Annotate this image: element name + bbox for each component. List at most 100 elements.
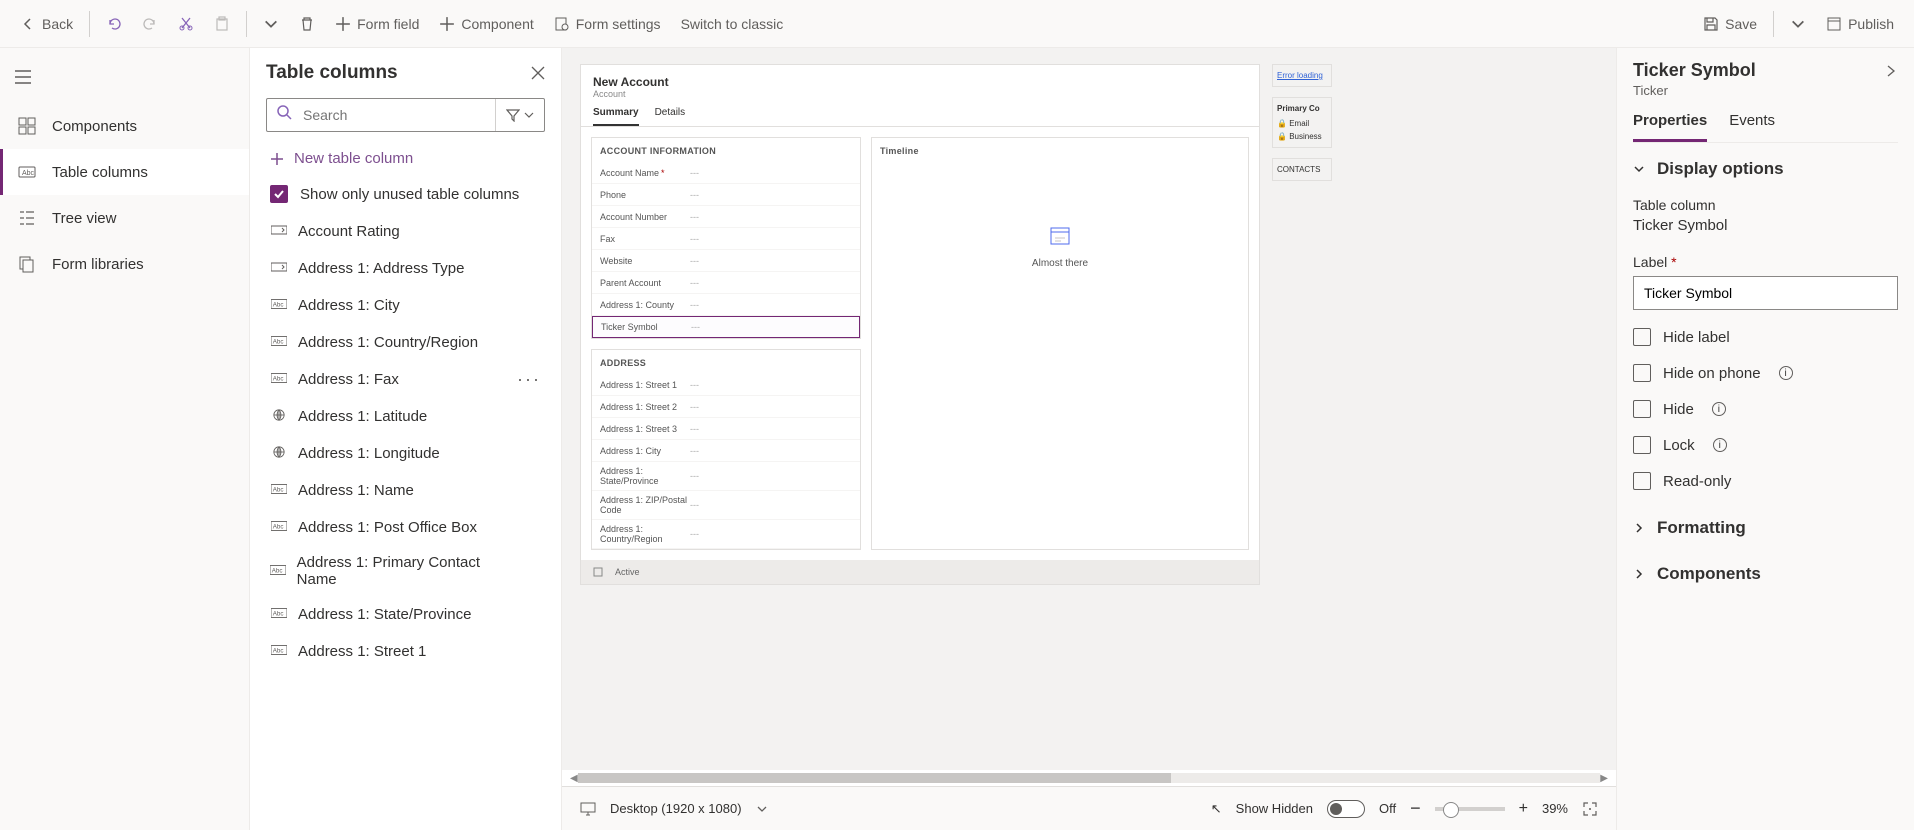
nav-components[interactable]: Components — [0, 103, 249, 149]
form-field[interactable]: Address 1: Street 3 --- — [592, 418, 860, 440]
lock-checkbox[interactable]: Lock i — [1633, 436, 1898, 454]
fit-icon[interactable] — [1582, 801, 1598, 817]
section-components[interactable]: Components — [1633, 548, 1898, 594]
component-button[interactable]: Component — [431, 10, 541, 38]
form-field[interactable]: Ticker Symbol --- — [592, 316, 860, 338]
form-field[interactable]: Parent Account --- — [592, 272, 860, 294]
viewport-label[interactable]: Desktop (1920 x 1080) — [610, 801, 742, 816]
save-button[interactable]: Save — [1695, 10, 1765, 38]
label-input[interactable] — [1633, 276, 1898, 310]
search-box[interactable] — [266, 98, 545, 132]
column-item[interactable]: Abc Address 1: Country/Region ··· — [250, 324, 561, 361]
zoom-out-button[interactable]: − — [1410, 798, 1421, 819]
new-table-column-button[interactable]: New table column — [250, 142, 561, 175]
filter-button[interactable] — [495, 99, 544, 131]
form-field[interactable]: Address 1: County --- — [592, 294, 860, 316]
back-button[interactable]: Back — [12, 10, 81, 38]
canvas-h-scrollbar[interactable]: ◀ ▶ — [562, 770, 1616, 786]
tab-properties[interactable]: Properties — [1633, 112, 1707, 142]
nav-tree-view[interactable]: Tree view — [0, 195, 249, 241]
info-icon[interactable]: i — [1713, 438, 1727, 452]
field-value: --- — [690, 402, 699, 412]
show-hidden-toggle[interactable] — [1327, 800, 1365, 818]
svg-text:Abc: Abc — [273, 611, 284, 618]
mini-card-error[interactable]: Error loading — [1272, 64, 1332, 87]
hide-phone-checkbox[interactable]: Hide on phone i — [1633, 364, 1898, 382]
field-value: --- — [690, 190, 699, 200]
hide-label-checkbox[interactable]: Hide label — [1633, 328, 1898, 346]
form-field[interactable]: Website --- — [592, 250, 860, 272]
search-input[interactable] — [303, 107, 495, 123]
section-display-options[interactable]: Display options — [1633, 143, 1898, 189]
form-field[interactable]: Account Number --- — [592, 206, 860, 228]
properties-title: Ticker Symbol — [1633, 60, 1884, 81]
nav-table-columns[interactable]: Abc Table columns — [0, 149, 249, 195]
form-field[interactable]: Account Name* --- — [592, 162, 860, 184]
section-timeline[interactable]: Timeline Almost there — [871, 137, 1249, 550]
hamburger-button[interactable] — [0, 66, 249, 103]
zoom-slider[interactable] — [1435, 807, 1505, 811]
column-item[interactable]: Address 1: Address Type ··· — [250, 250, 561, 287]
readonly-checkbox[interactable]: Read-only — [1633, 472, 1898, 490]
form-field[interactable]: Fax --- — [592, 228, 860, 250]
form-field[interactable]: Phone --- — [592, 184, 860, 206]
mini-card-primary[interactable]: Primary Co 🔒 Email 🔒 Business — [1272, 97, 1332, 148]
column-item[interactable]: Abc Address 1: Street 1 ··· — [250, 633, 561, 670]
column-item[interactable]: Abc Address 1: Name ··· — [250, 472, 561, 509]
table-columns-panel: Table columns New table column Show only… — [250, 48, 562, 830]
nav-tree-view-label: Tree view — [52, 210, 116, 227]
undo-button[interactable] — [98, 10, 130, 38]
error-loading-link[interactable]: Error loading — [1277, 71, 1323, 80]
label-label: Label — [1633, 254, 1667, 270]
cut-button[interactable] — [170, 10, 202, 38]
form-field[interactable]: Address 1: City --- — [592, 440, 860, 462]
field-value: --- — [690, 256, 699, 266]
form-tab-details[interactable]: Details — [655, 107, 686, 126]
hide-phone-text: Hide on phone — [1663, 365, 1761, 382]
form-field-button[interactable]: Form field — [327, 10, 427, 38]
info-icon[interactable]: i — [1712, 402, 1726, 416]
nav-components-label: Components — [52, 118, 137, 135]
form-preview[interactable]: New Account Account Summary Details ACCO… — [580, 64, 1260, 585]
formatting-label: Formatting — [1657, 518, 1746, 538]
save-dropdown[interactable] — [1782, 10, 1814, 38]
form-tab-summary[interactable]: Summary — [593, 107, 639, 126]
form-field[interactable]: Address 1: Street 1 --- — [592, 374, 860, 396]
info-icon[interactable]: i — [1779, 366, 1793, 380]
section-address[interactable]: ADDRESS Address 1: Street 1 ---Address 1… — [591, 349, 861, 550]
close-icon[interactable] — [531, 66, 545, 80]
column-list[interactable]: Account Rating ··· Address 1: Address Ty… — [250, 213, 561, 830]
mini-card-contacts[interactable]: CONTACTS — [1272, 158, 1332, 181]
form-field[interactable]: Address 1: State/Province --- — [592, 462, 860, 491]
column-item[interactable]: Address 1: Latitude ··· — [250, 398, 561, 435]
section-title: ADDRESS — [592, 350, 860, 374]
column-item[interactable]: Abc Address 1: Fax ··· — [250, 361, 561, 398]
column-item[interactable]: Account Rating ··· — [250, 213, 561, 250]
zoom-in-button[interactable]: + — [1519, 800, 1528, 818]
nav-form-libraries[interactable]: Form libraries — [0, 241, 249, 287]
paste-dropdown[interactable] — [255, 10, 287, 38]
column-item[interactable]: Abc Address 1: City ··· — [250, 287, 561, 324]
tab-events[interactable]: Events — [1729, 112, 1775, 142]
hide-checkbox[interactable]: Hide i — [1633, 400, 1898, 418]
column-item[interactable]: Abc Address 1: State/Province ··· — [250, 596, 561, 633]
form-field[interactable]: Address 1: Street 2 --- — [592, 396, 860, 418]
more-icon[interactable]: ··· — [517, 369, 541, 390]
section-formatting[interactable]: Formatting — [1633, 502, 1898, 548]
chevron-right-icon[interactable] — [1884, 64, 1898, 78]
column-item[interactable]: Abc Address 1: Post Office Box ··· — [250, 509, 561, 546]
svg-text:Abc: Abc — [273, 524, 284, 531]
delete-button[interactable] — [291, 10, 323, 38]
show-unused-checkbox[interactable]: Show only unused table columns — [250, 175, 561, 213]
column-item[interactable]: Abc Address 1: Primary Contact Name ··· — [250, 546, 561, 596]
form-settings-button[interactable]: Form settings — [546, 10, 669, 38]
new-table-column-label: New table column — [294, 150, 413, 167]
form-field[interactable]: Address 1: Country/Region --- — [592, 520, 860, 549]
svg-text:Abc: Abc — [273, 339, 284, 346]
chevron-down-icon[interactable] — [756, 803, 768, 815]
switch-classic-button[interactable]: Switch to classic — [673, 10, 792, 38]
publish-button[interactable]: Publish — [1818, 10, 1902, 38]
section-account-info[interactable]: ACCOUNT INFORMATION Account Name* ---Pho… — [591, 137, 861, 339]
form-field[interactable]: Address 1: ZIP/Postal Code --- — [592, 491, 860, 520]
column-item[interactable]: Address 1: Longitude ··· — [250, 435, 561, 472]
